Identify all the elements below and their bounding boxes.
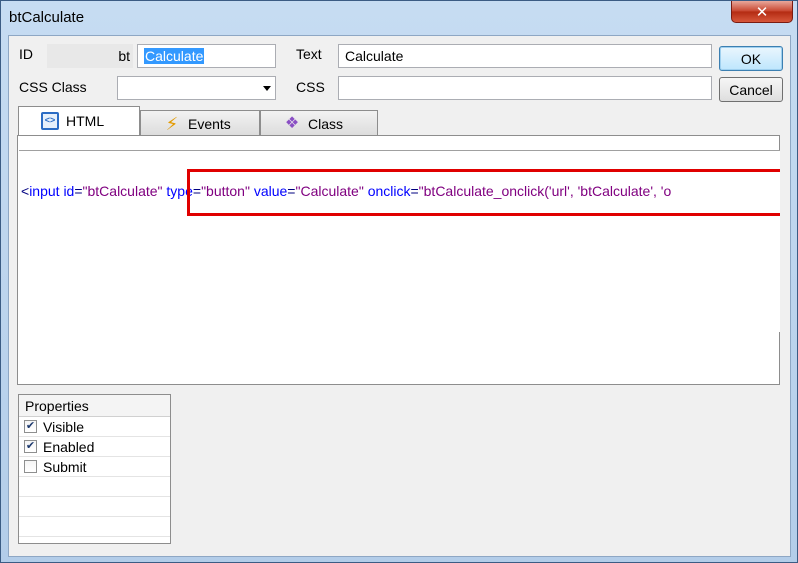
id-label: ID xyxy=(19,46,33,62)
code-val-id: "btCalculate" xyxy=(82,183,163,199)
css-input[interactable] xyxy=(338,76,712,100)
id-input[interactable]: Calculate xyxy=(137,44,276,68)
submit-label: Submit xyxy=(43,458,87,475)
enabled-checkbox[interactable]: ✔ xyxy=(24,440,37,453)
id-prefix: bt xyxy=(118,48,130,64)
lightning-icon: ⚡ xyxy=(165,113,179,134)
dialog-client: ID bt Calculate Text Calculate OK CSS Cl… xyxy=(8,35,791,557)
window-title: btCalculate xyxy=(9,9,85,26)
id-input-value: Calculate xyxy=(144,48,205,64)
class-icon: ❖ xyxy=(284,114,300,132)
tab-events-label: Events xyxy=(188,115,231,132)
text-label: Text xyxy=(296,46,322,62)
title-bar[interactable]: btCalculate ✕ xyxy=(1,1,797,35)
ok-button[interactable]: OK xyxy=(719,46,783,71)
html-tab-panel: <input id="btCalculate" type="button" va… xyxy=(17,135,780,385)
chevron-down-icon[interactable] xyxy=(263,86,271,91)
properties-panel: Properties ✔ Visible ✔ Enabled Submit xyxy=(18,394,171,544)
text-input-value: Calculate xyxy=(345,48,404,64)
visible-checkbox[interactable]: ✔ xyxy=(24,420,37,433)
code-tag: input xyxy=(29,183,60,199)
highlight-box xyxy=(187,169,780,216)
properties-header: Properties xyxy=(19,395,170,417)
property-enabled[interactable]: ✔ Enabled xyxy=(19,437,170,457)
property-visible[interactable]: ✔ Visible xyxy=(19,417,170,437)
property-submit[interactable]: Submit xyxy=(19,457,170,477)
tab-html-label: HTML xyxy=(66,113,105,129)
property-empty-row xyxy=(19,517,170,537)
html-code-editor[interactable]: <input id="btCalculate" type="button" va… xyxy=(19,150,780,332)
cancel-button[interactable]: Cancel xyxy=(719,77,783,102)
html-code-icon: <> xyxy=(41,112,59,130)
close-icon: ✕ xyxy=(755,3,769,21)
css-label: CSS xyxy=(296,79,325,95)
text-input[interactable]: Calculate xyxy=(338,44,712,68)
tab-events[interactable]: ⚡ Events xyxy=(140,110,260,136)
property-empty-row xyxy=(19,477,170,497)
code-attr-id: id xyxy=(63,183,75,199)
css-class-select[interactable] xyxy=(117,76,276,100)
tab-html[interactable]: <> HTML xyxy=(18,106,140,135)
code-open-bracket: < xyxy=(21,183,30,199)
property-empty-row xyxy=(19,497,170,517)
visible-label: Visible xyxy=(43,418,84,435)
enabled-label: Enabled xyxy=(43,438,95,455)
tab-class-label: Class xyxy=(308,115,344,132)
id-prefix-field: bt xyxy=(47,44,133,68)
code-eq: = xyxy=(74,183,83,199)
dialog-window: btCalculate ✕ ID bt Calculate Text Calcu… xyxy=(0,0,798,563)
close-button[interactable]: ✕ xyxy=(731,1,793,23)
css-class-label: CSS Class xyxy=(19,79,87,95)
tab-class[interactable]: ❖ Class xyxy=(260,110,378,136)
submit-checkbox[interactable] xyxy=(24,460,37,473)
